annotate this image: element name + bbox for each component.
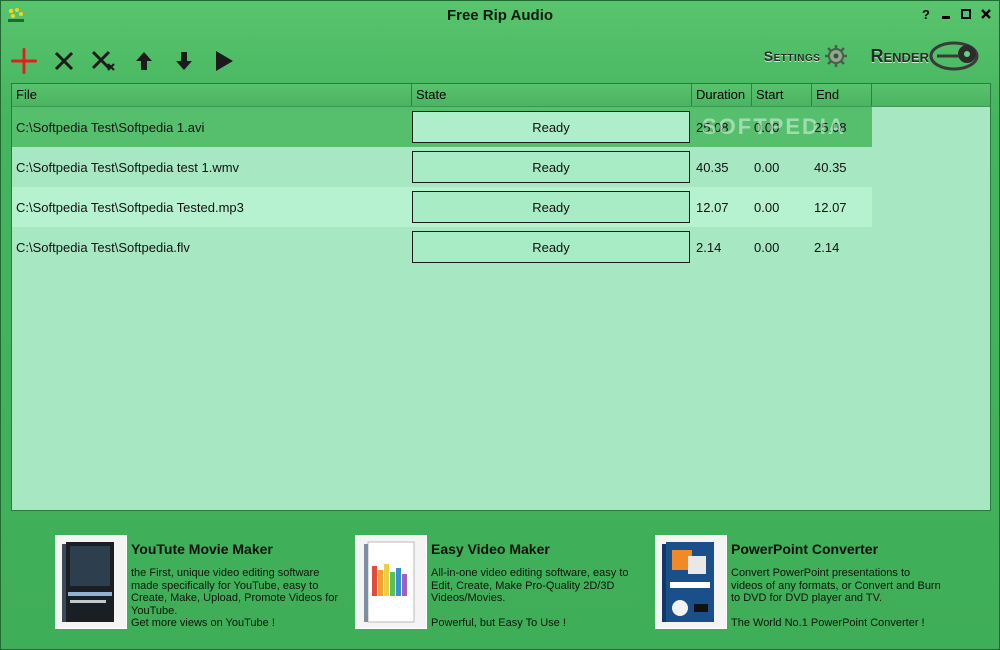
product-box-image <box>55 535 127 629</box>
product-box-image <box>655 535 727 629</box>
app-window: Free Rip Audio ? Settings Render File St… <box>0 0 1000 650</box>
table-row[interactable]: C:\Softpedia Test\Softpedia test 1.wmv R… <box>12 147 872 187</box>
settings-button[interactable]: Settings <box>764 44 851 68</box>
state-cell: Ready <box>412 231 690 263</box>
maximize-button[interactable] <box>959 8 973 22</box>
play-icon <box>216 51 233 71</box>
x-icon <box>54 51 74 71</box>
play-button[interactable] <box>211 48 237 74</box>
ad-powerpoint-converter[interactable]: PowerPoint Converter Convert PowerPoint … <box>655 535 945 635</box>
start-cell: 0.00 <box>754 119 780 135</box>
remove-all-button[interactable] <box>91 48 117 74</box>
product-box-image <box>355 535 427 629</box>
arrow-up-icon <box>136 52 152 70</box>
file-path: C:\Softpedia Test\Softpedia Tested.mp3 <box>16 199 244 215</box>
ad-title: Easy Video Maker <box>431 541 550 557</box>
state-cell: Ready <box>412 111 690 143</box>
move-down-button[interactable] <box>171 48 197 74</box>
start-cell: 0.00 <box>754 159 780 175</box>
remove-file-button[interactable] <box>51 48 77 74</box>
list-header: File State Duration Start End <box>12 84 990 107</box>
file-path: C:\Softpedia Test\Softpedia.flv <box>16 239 190 255</box>
arrow-down-icon <box>176 52 192 70</box>
end-cell: 2.14 <box>814 239 840 255</box>
toolbar <box>11 39 237 83</box>
title-bar[interactable]: Free Rip Audio ? <box>1 1 999 31</box>
help-button[interactable]: ? <box>919 8 933 22</box>
add-file-button[interactable] <box>11 48 37 74</box>
ad-youtube-movie-maker[interactable]: YouTute Movie Maker the First, unique vi… <box>55 535 345 635</box>
column-header-duration[interactable]: Duration <box>692 84 752 106</box>
film-reel-icon <box>929 41 979 71</box>
duration-cell: 12.07 <box>696 199 729 215</box>
duration-cell: 40.35 <box>696 159 729 175</box>
start-cell: 0.00 <box>754 199 780 215</box>
column-header-file[interactable]: File <box>12 84 412 106</box>
ad-description: All-in-one video editing software, easy … <box>431 567 629 629</box>
state-cell: Ready <box>412 191 690 223</box>
render-label: Render <box>870 45 929 66</box>
plus-icon <box>11 48 37 74</box>
column-header-end[interactable]: End <box>812 84 872 106</box>
end-cell: 12.07 <box>814 199 847 215</box>
ad-description: the First, unique video editing software… <box>131 567 339 629</box>
settings-label: Settings <box>763 48 821 64</box>
column-header-start[interactable]: Start <box>752 84 812 106</box>
state-cell: Ready <box>412 151 690 183</box>
gear-icon <box>825 45 848 67</box>
file-path: C:\Softpedia Test\Softpedia test 1.wmv <box>16 159 240 175</box>
column-header-state[interactable]: State <box>412 84 692 106</box>
render-button[interactable]: Render <box>870 41 979 71</box>
start-cell: 0.00 <box>754 239 780 255</box>
maximize-icon <box>961 9 971 19</box>
minimize-button[interactable] <box>939 8 953 22</box>
window-title: Free Rip Audio <box>446 7 554 24</box>
table-row[interactable]: C:\Softpedia Test\Softpedia.flv Ready 2.… <box>12 227 872 267</box>
file-path: C:\Softpedia Test\Softpedia 1.avi <box>16 119 205 135</box>
x-all-icon <box>91 50 115 71</box>
ad-easy-video-maker[interactable]: Easy Video Maker All-in-one video editin… <box>355 535 645 635</box>
minimize-icon <box>942 16 950 19</box>
file-list[interactable]: File State Duration Start End C:\Softped… <box>11 83 991 511</box>
ad-title: PowerPoint Converter <box>731 541 879 557</box>
promo-area: YouTute Movie Maker the First, unique vi… <box>1 521 999 649</box>
duration-cell: 2.14 <box>696 239 722 255</box>
table-row[interactable]: C:\Softpedia Test\Softpedia Tested.mp3 R… <box>12 187 872 227</box>
end-cell: 40.35 <box>814 159 847 175</box>
table-row[interactable]: C:\Softpedia Test\Softpedia 1.avi Ready … <box>12 107 872 147</box>
ad-title: YouTute Movie Maker <box>131 541 273 557</box>
close-button[interactable] <box>979 8 993 22</box>
ad-description: Convert PowerPoint presentations to vide… <box>731 567 941 629</box>
move-up-button[interactable] <box>131 48 157 74</box>
duration-cell: 25.08 <box>696 119 729 135</box>
close-icon <box>981 9 991 19</box>
end-cell: 25.08 <box>814 119 847 135</box>
